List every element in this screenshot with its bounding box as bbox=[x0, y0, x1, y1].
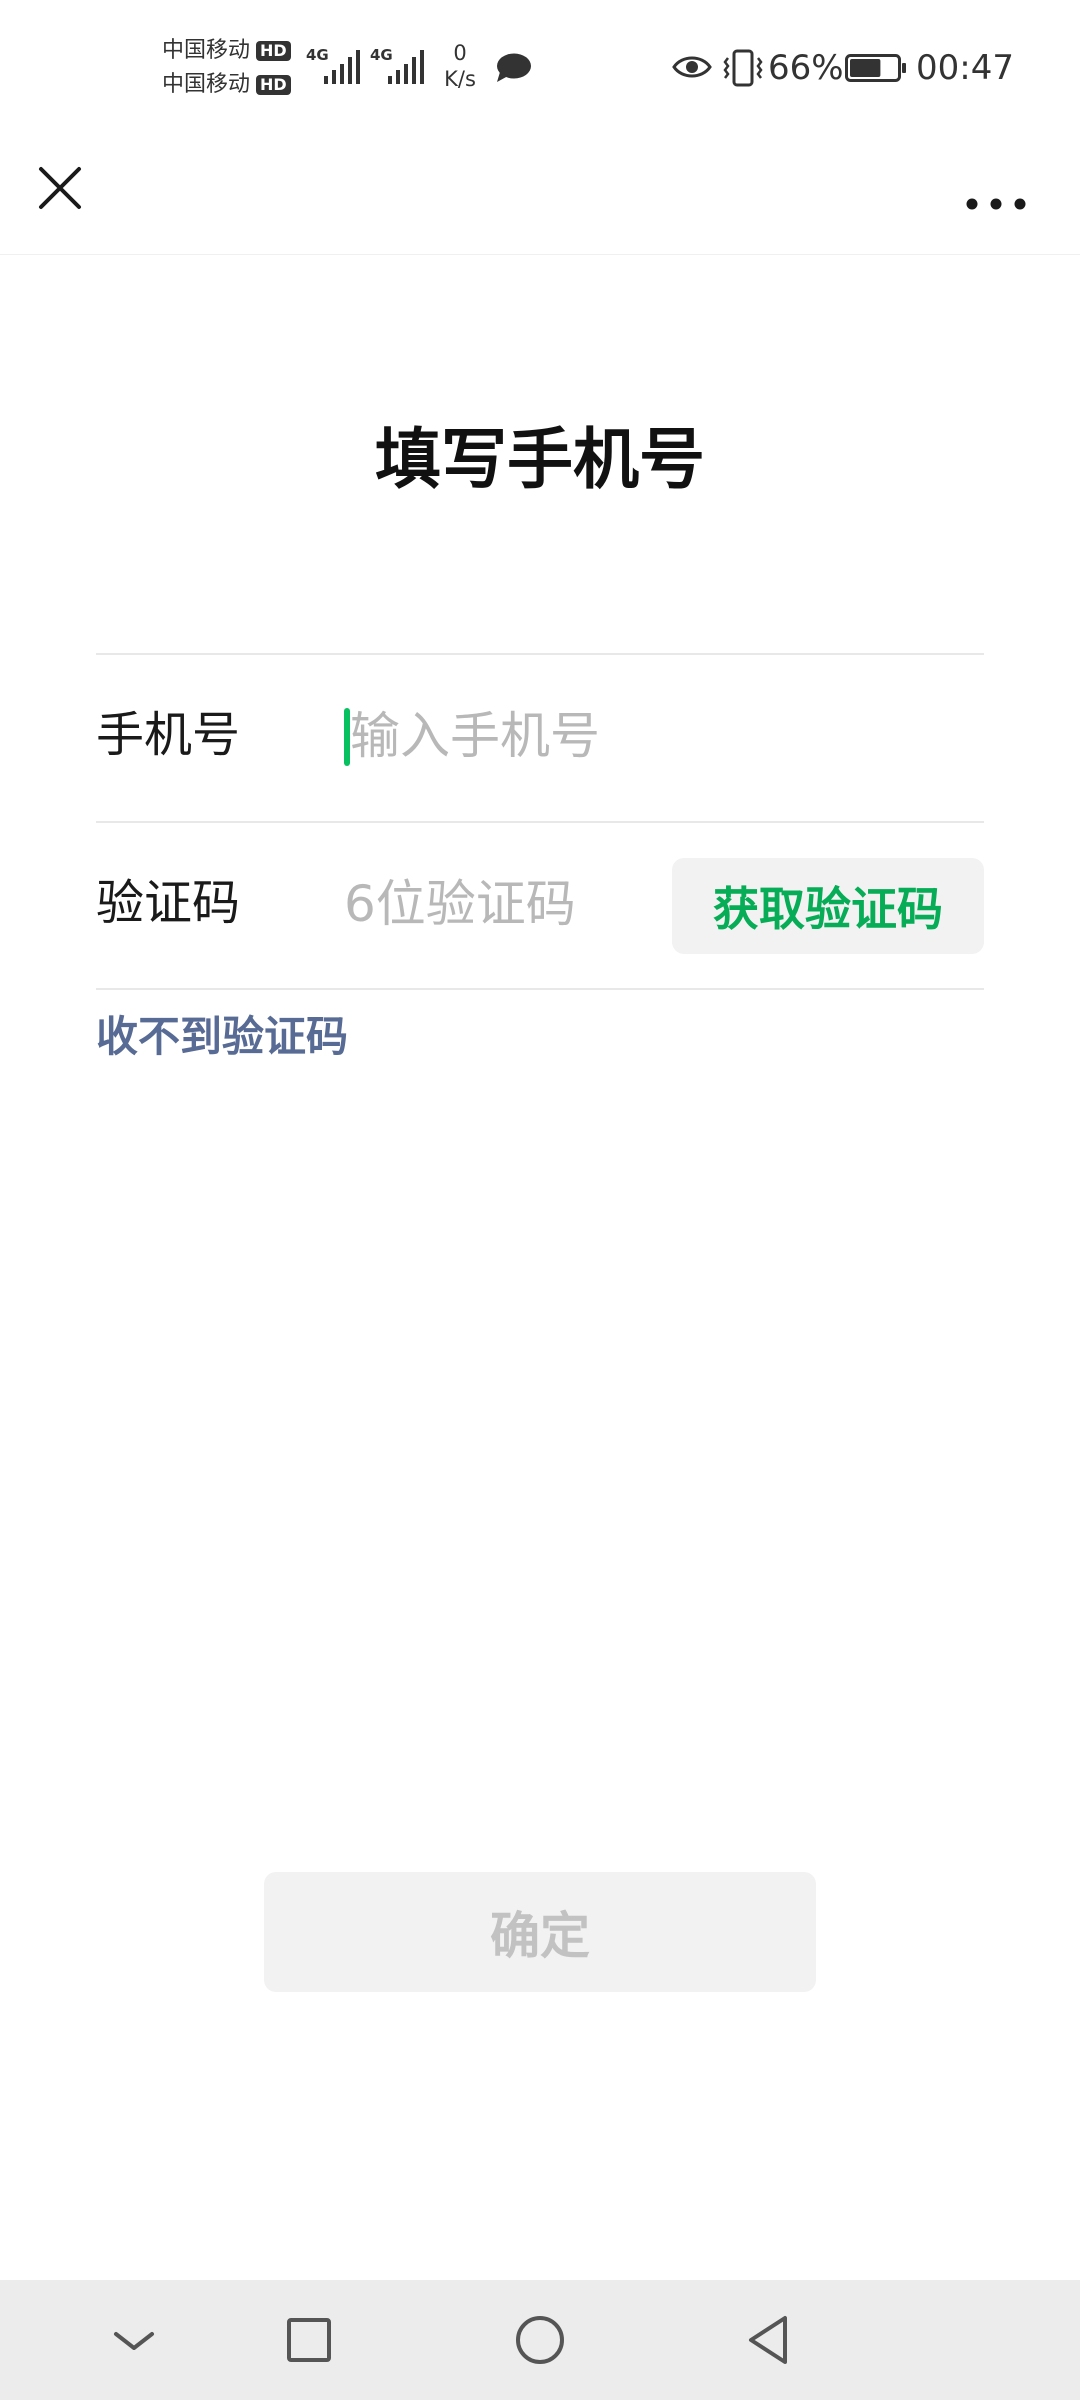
page-title: 填写手机号 bbox=[375, 421, 705, 498]
carrier-row-2: 中国移动 HD bbox=[162, 68, 291, 102]
phone-label: 手机号 bbox=[96, 707, 241, 763]
status-bar: 中国移动 HD 中国移动 HD 4G 4G 0 K/s 66% 00:47 bbox=[0, 0, 1080, 140]
verification-code-input[interactable] bbox=[344, 868, 654, 940]
form-divider-top bbox=[96, 653, 984, 655]
circle-icon[interactable] bbox=[504, 2304, 576, 2376]
net-speed-unit: K/s bbox=[444, 67, 476, 91]
system-nav-bar bbox=[0, 2280, 1080, 2400]
battery-percent: 66% bbox=[768, 48, 844, 88]
phone-login-screen: 中国移动 HD 中国移动 HD 4G 4G 0 K/s 66% 00:47 填写… bbox=[0, 0, 1080, 2400]
hd-badge-1: HD bbox=[256, 41, 291, 61]
carrier-info: 中国移动 HD 中国移动 HD bbox=[162, 34, 291, 102]
clock: 00:47 bbox=[916, 48, 1014, 88]
hd-badge-2: HD bbox=[256, 75, 291, 95]
confirm-button[interactable]: 确定 bbox=[264, 1872, 816, 1992]
no-code-link[interactable]: 收不到验证码 bbox=[96, 1005, 348, 1069]
back-triangle-icon[interactable] bbox=[733, 2304, 805, 2376]
net-speed: 0 K/s bbox=[440, 40, 480, 92]
get-code-button[interactable]: 获取验证码 bbox=[672, 858, 984, 954]
vibrate-icon bbox=[723, 49, 763, 87]
carrier-row-1: 中国移动 HD bbox=[162, 34, 291, 68]
close-icon[interactable] bbox=[24, 152, 96, 224]
battery-fill bbox=[850, 59, 881, 77]
form-divider-bottom bbox=[96, 988, 984, 990]
nav-bar bbox=[0, 140, 1080, 255]
more-icon[interactable] bbox=[960, 162, 1032, 234]
signal-1-icon: 4G bbox=[306, 46, 366, 86]
form-divider-middle bbox=[96, 821, 984, 823]
square-icon[interactable] bbox=[273, 2304, 345, 2376]
carrier-name-1: 中国移动 bbox=[162, 38, 251, 63]
chevron-down-icon[interactable] bbox=[98, 2304, 170, 2376]
battery-icon bbox=[845, 54, 906, 82]
eye-icon bbox=[672, 56, 712, 78]
chat-bubble-icon bbox=[497, 53, 531, 82]
code-label: 验证码 bbox=[96, 875, 241, 931]
phone-input[interactable] bbox=[350, 700, 970, 772]
net-speed-value: 0 bbox=[453, 41, 467, 65]
signal-2-icon: 4G bbox=[370, 46, 430, 86]
carrier-name-2: 中国移动 bbox=[162, 72, 251, 97]
